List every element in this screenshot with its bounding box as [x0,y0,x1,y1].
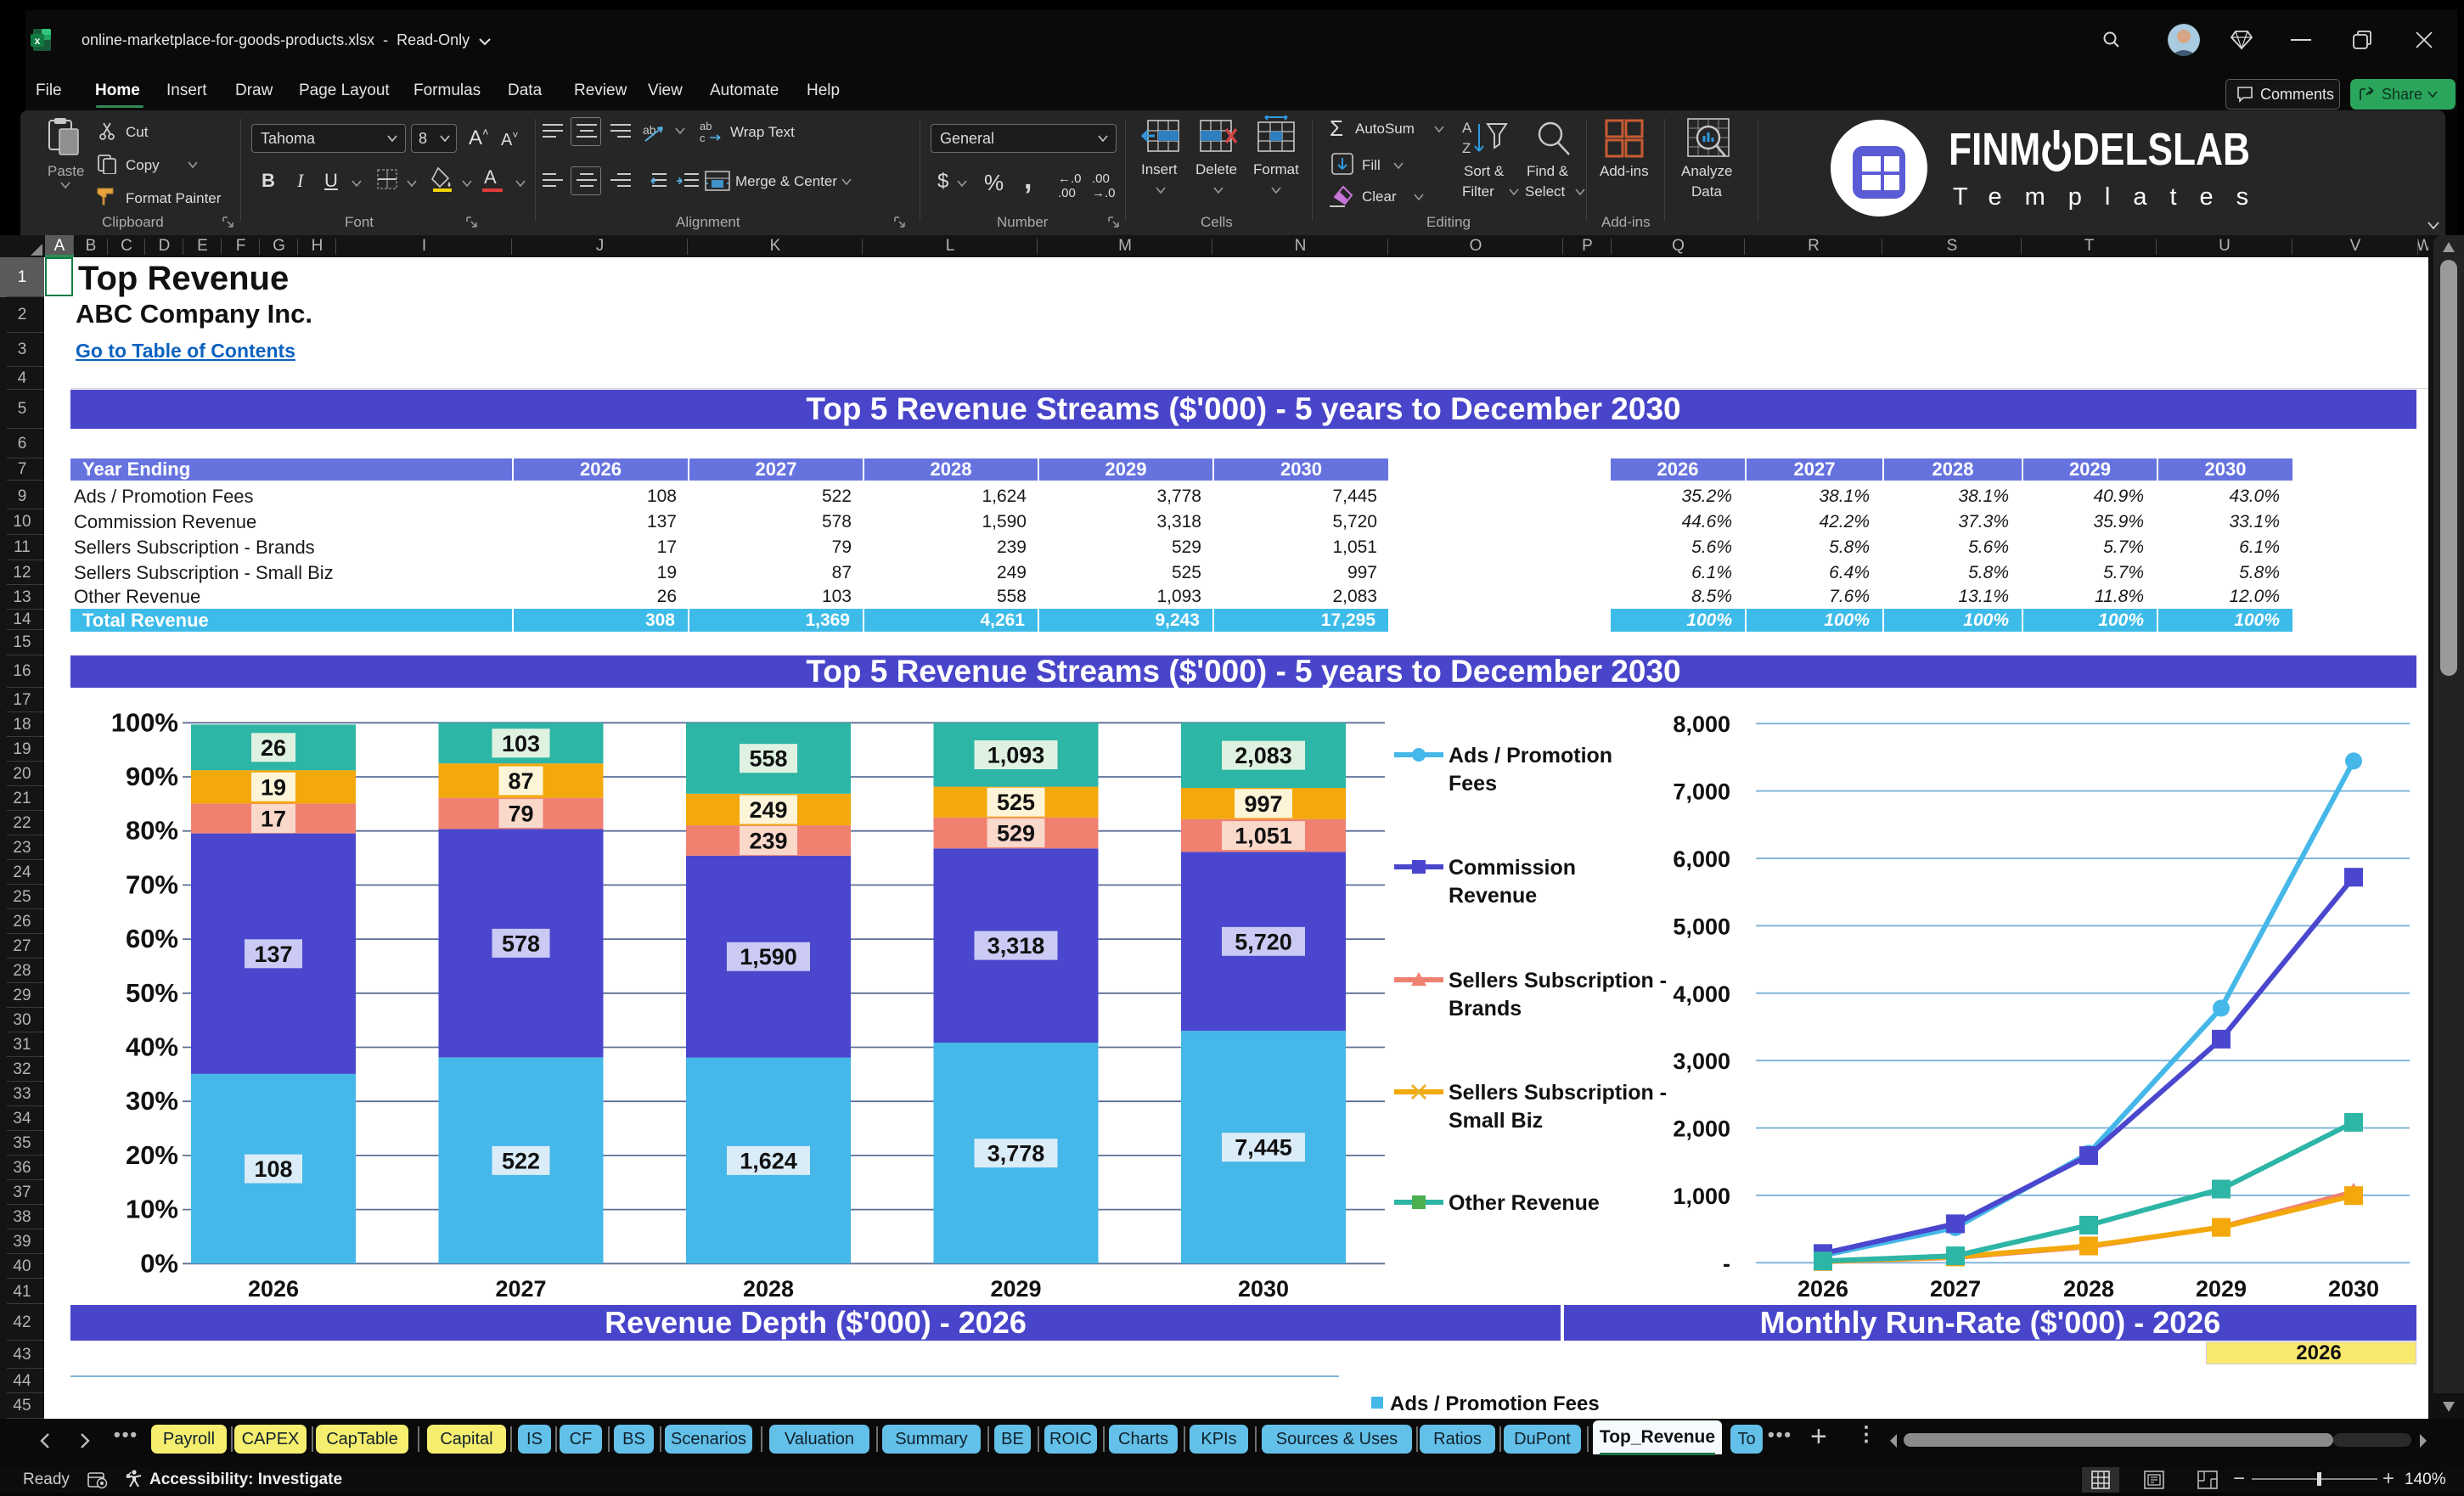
svg-text:2,083: 2,083 [1235,743,1292,768]
svg-text:2029: 2029 [2196,1276,2247,1302]
svg-text:19: 19 [261,774,286,800]
svg-text:137: 137 [254,942,292,967]
svg-text:558: 558 [749,746,787,772]
svg-text:3,778: 3,778 [987,1141,1045,1167]
svg-text:2030: 2030 [2328,1276,2379,1302]
svg-text:-: - [1723,1251,1730,1276]
svg-text:529: 529 [997,821,1035,846]
svg-text:997: 997 [1244,791,1282,817]
svg-text:Ads / Promotion Fees: Ads / Promotion Fees [1390,1392,1600,1415]
svg-text:7,000: 7,000 [1673,779,1730,805]
svg-text:20%: 20% [126,1140,178,1170]
svg-text:2030: 2030 [1238,1276,1289,1302]
svg-text:2027: 2027 [1930,1276,1981,1302]
svg-text:Sellers Subscription -: Sellers Subscription - [1449,969,1667,993]
svg-text:Commission: Commission [1449,856,1576,880]
svg-text:79: 79 [508,801,533,827]
svg-text:80%: 80% [126,816,178,846]
svg-text:Revenue: Revenue [1449,884,1537,908]
svg-text:100%: 100% [111,707,178,737]
svg-text:26: 26 [261,735,286,761]
svg-text:6,000: 6,000 [1673,846,1730,872]
svg-text:87: 87 [508,768,533,794]
svg-text:5,000: 5,000 [1673,914,1730,939]
svg-text:108: 108 [254,1156,292,1182]
svg-text:A: A [1462,120,1472,136]
svg-text:1,051: 1,051 [1235,824,1292,849]
svg-text:Fees: Fees [1449,772,1497,796]
svg-text:2028: 2028 [2063,1276,2114,1302]
svg-text:8,000: 8,000 [1673,711,1730,737]
svg-text:17: 17 [261,807,286,832]
svg-text:5,720: 5,720 [1235,929,1292,954]
svg-text:2028: 2028 [743,1276,794,1302]
svg-text:Small Biz: Small Biz [1449,1109,1543,1133]
svg-text:1,590: 1,590 [740,944,797,970]
svg-text:90%: 90% [126,762,178,791]
svg-text:249: 249 [749,797,787,823]
svg-text:1,093: 1,093 [987,743,1045,768]
svg-text:4,000: 4,000 [1673,981,1730,1007]
svg-text:Z: Z [1462,140,1471,156]
svg-text:ab: ab [700,120,712,132]
svg-text:x: x [35,35,41,47]
svg-text:10%: 10% [126,1195,178,1224]
svg-text:2027: 2027 [495,1276,546,1302]
svg-text:1,624: 1,624 [740,1148,797,1173]
svg-text:103: 103 [502,731,540,756]
svg-text:Brands: Brands [1449,997,1522,1021]
svg-text:2026: 2026 [1797,1276,1848,1302]
svg-text:60%: 60% [126,924,178,953]
svg-text:2029: 2029 [990,1276,1041,1302]
svg-text:239: 239 [749,829,787,854]
svg-text:Sellers Subscription -: Sellers Subscription - [1449,1081,1667,1105]
svg-text:522: 522 [502,1148,540,1173]
svg-text:c: c [700,132,706,144]
svg-text:2,000: 2,000 [1673,1116,1730,1142]
svg-text:7,445: 7,445 [1235,1135,1292,1161]
svg-text:30%: 30% [126,1086,178,1116]
svg-text:2026: 2026 [248,1276,299,1302]
svg-text:525: 525 [997,790,1035,815]
svg-text:40%: 40% [126,1032,178,1062]
svg-text:50%: 50% [126,978,178,1008]
svg-text:578: 578 [502,931,540,956]
svg-text:Ads / Promotion: Ads / Promotion [1449,744,1612,768]
svg-text:3,318: 3,318 [987,933,1045,959]
svg-text:3,000: 3,000 [1673,1049,1730,1074]
svg-text:Other Revenue: Other Revenue [1449,1191,1600,1215]
svg-text:1,000: 1,000 [1673,1184,1730,1209]
svg-text:0%: 0% [140,1248,178,1278]
svg-text:70%: 70% [126,869,178,899]
